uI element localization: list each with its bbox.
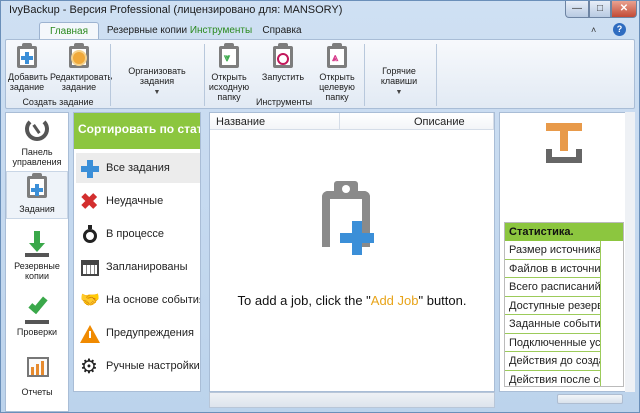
nav-checks[interactable]: Проверки <box>6 293 68 339</box>
stat-row: Действия после создания <box>505 370 601 386</box>
open-source-folder-button[interactable]: ⩔ Открыть исходную папку <box>202 42 256 102</box>
plus-icon <box>80 159 100 179</box>
organize-jobs-label: Организовать задания <box>128 66 186 86</box>
nav-jobs[interactable]: Задания <box>6 171 68 219</box>
checkmark-icon <box>21 293 53 325</box>
filter-item-label: На основе события <box>106 294 201 306</box>
hotkeys-dropdown[interactable]: Горячие клавиши ▼ <box>366 66 432 98</box>
nav-checks-label: Проверки <box>16 327 58 337</box>
chevron-down-icon: ▼ <box>153 89 161 96</box>
filter-item-in-progress[interactable]: В процессе <box>76 219 200 249</box>
open-target-folder-icon: ⩓ <box>323 42 351 70</box>
nav-reports[interactable]: Отчеты <box>6 355 68 411</box>
filter-item-label: Запланированы <box>106 261 188 273</box>
stat-row: Файлов в источнике <box>505 259 601 278</box>
vertical-scrollbar[interactable] <box>625 112 635 392</box>
filter-item-label: Неудачные <box>106 195 164 207</box>
add-job-icon <box>13 42 41 70</box>
statistics-header: Статистика. <box>505 223 623 241</box>
edit-job-label: Редактировать задание <box>50 72 113 92</box>
filter-item-manual[interactable]: ⚙ Ручные настройки <box>76 351 200 381</box>
nav-jobs-label: Задания <box>19 204 55 214</box>
minimize-button[interactable]: — <box>565 1 589 18</box>
edit-job-icon <box>65 42 93 70</box>
add-job-button[interactable]: Добавить задание <box>8 42 48 92</box>
filter-item-label: В процессе <box>106 228 164 240</box>
nav-dashboard-label: Панель управления <box>12 147 62 167</box>
create-group-label: Создать задание <box>22 97 94 107</box>
nav-dashboard[interactable]: Панель управления <box>6 115 68 169</box>
nav-backups-label: Резервные копии <box>14 261 60 281</box>
chevron-down-icon: ▼ <box>395 89 403 96</box>
ribbon-tabs: Главная Резервные копии Инструменты Спра… <box>9 22 633 40</box>
filter-item-scheduled[interactable]: Запланированы <box>76 252 200 282</box>
download-icon <box>21 229 53 259</box>
organize-jobs-dropdown[interactable]: Организовать задания ▼ <box>114 66 200 98</box>
hotkeys-label: Горячие клавиши <box>380 66 418 86</box>
warning-icon <box>80 324 100 344</box>
filter-header: Сортировать по статусу <box>74 113 200 149</box>
column-header-name[interactable]: Название <box>210 113 340 130</box>
gear-icon: ⚙ <box>80 356 98 378</box>
maximize-button[interactable]: □ <box>589 1 611 18</box>
window-title: IvyBackup - Версия Professional (лицензи… <box>9 4 343 16</box>
ribbon: Добавить задание Редактировать задание С… <box>5 39 635 109</box>
add-job-link[interactable]: Add Job <box>371 293 419 308</box>
right-panel-scroll-thumb[interactable] <box>557 394 623 404</box>
stat-row: Доступные резервные <box>505 296 601 315</box>
empty-clipboard-icon <box>318 181 388 261</box>
filter-item-label: Ручные настройки <box>106 360 200 372</box>
filter-item-warnings[interactable]: Предупреждения <box>76 318 200 348</box>
filter-item-label: Все задания <box>106 162 170 174</box>
nav-reports-label: Отчеты <box>21 387 53 397</box>
stopwatch-icon <box>80 225 100 245</box>
gauge-icon <box>21 115 53 145</box>
open-target-folder-button[interactable]: ⩓ Открыть целевую папку <box>310 42 364 102</box>
statistics-table: Статистика. Размер источника Файлов в ис… <box>504 222 624 387</box>
stat-row: Всего расписаний <box>505 278 601 297</box>
filter-item-event[interactable]: 🤝 На основе события <box>76 285 200 315</box>
filter-item-label: Предупреждения <box>106 327 194 339</box>
report-chart-icon <box>21 355 53 385</box>
ivybackup-logo <box>546 123 586 167</box>
calendar-icon <box>80 258 100 278</box>
details-panel: Статистика. Размер источника Файлов в ис… <box>499 112 635 392</box>
run-button[interactable]: Запустить <box>260 42 306 82</box>
tools-group-label: Инструменты <box>255 97 313 107</box>
help-icon[interactable]: ? <box>613 23 626 36</box>
column-header-description[interactable]: Описание <box>340 113 494 130</box>
horizontal-scrollbar[interactable] <box>209 392 495 408</box>
handshake-icon: 🤝 <box>80 292 100 309</box>
tab-backups[interactable]: Резервные копии <box>101 22 193 40</box>
tab-home[interactable]: Главная <box>39 22 99 40</box>
tab-help[interactable]: Справка <box>253 22 311 40</box>
stat-row: Размер источника <box>505 241 601 260</box>
stat-row: Подключенные устройства <box>505 333 601 352</box>
empty-state-message: To add a job, click the "Add Job" button… <box>237 293 467 308</box>
left-navigation: Панель управления Задания Резервные копи… <box>5 112 69 412</box>
ribbon-collapse-icon[interactable]: ˄ <box>591 25 596 35</box>
tab-tools[interactable]: Инструменты <box>181 22 261 40</box>
run-label: Запустить <box>261 72 305 82</box>
x-icon: ✖ <box>80 189 99 214</box>
edit-job-button[interactable]: Редактировать задание <box>50 42 112 92</box>
nav-backups[interactable]: Резервные копии <box>6 229 68 289</box>
filter-item-failed[interactable]: ✖ Неудачные <box>76 186 200 216</box>
jobs-list: Название Описание To add a job, click th… <box>209 112 495 392</box>
open-source-folder-icon: ⩔ <box>215 42 243 70</box>
add-job-label: Добавить задание <box>8 72 48 92</box>
app-window: IvyBackup - Версия Professional (лицензи… <box>0 0 640 413</box>
jobs-icon <box>21 172 53 202</box>
status-filter-panel: Сортировать по статусу Все задания ✖ Неу… <box>73 112 201 392</box>
stat-row: Действия до создания <box>505 352 601 371</box>
run-icon <box>269 42 297 70</box>
stat-row: Заданные события <box>505 315 601 334</box>
title-bar: IvyBackup - Версия Professional (лицензи… <box>1 1 639 21</box>
filter-item-all[interactable]: Все задания <box>76 153 200 183</box>
close-button[interactable]: ✕ <box>611 1 637 18</box>
